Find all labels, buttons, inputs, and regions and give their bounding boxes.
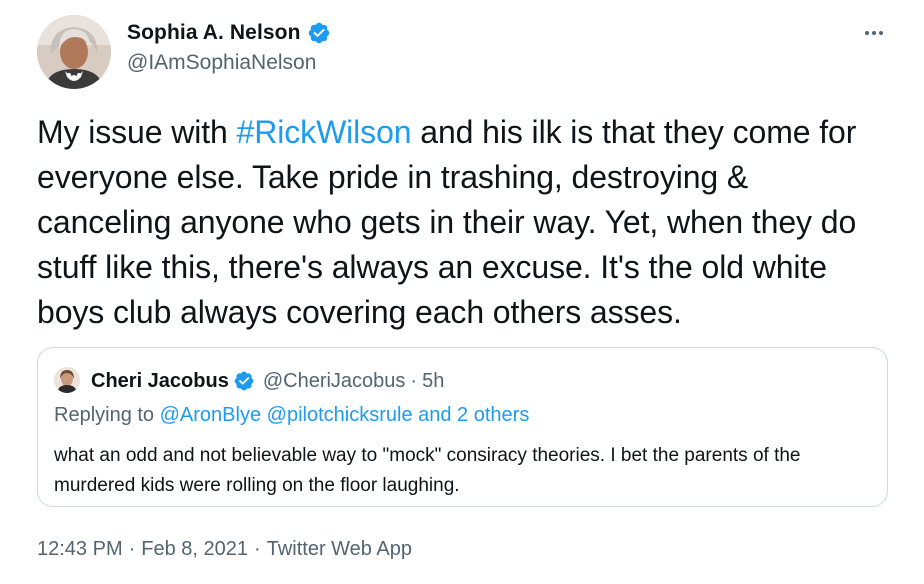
more-dot (865, 31, 869, 35)
tweet-date[interactable]: Feb 8, 2021 (141, 538, 248, 560)
quoted-timestamp[interactable]: 5h (422, 370, 444, 393)
others-link[interactable]: and 2 others (413, 404, 529, 426)
meta-separator: · (254, 538, 261, 560)
tweet-card: Sophia A. Nelson @IAmSophiaNelson My iss… (0, 0, 924, 584)
tweet-time[interactable]: 12:43 PM (37, 538, 123, 560)
quoted-avatar[interactable] (54, 367, 80, 393)
author-avatar[interactable] (37, 15, 111, 89)
author-handle[interactable]: @IAmSophiaNelson (127, 51, 316, 75)
quoted-author-handle[interactable]: @CheriJacobus (263, 370, 406, 393)
meta-separator: · (128, 538, 136, 560)
quoted-tweet[interactable]: Cheri Jacobus @CheriJacobus · 5h Replyin… (37, 347, 888, 507)
quoted-avatar-photo-icon (54, 367, 80, 393)
mention-link[interactable]: @pilotchicksrule (267, 404, 413, 426)
verified-badge-icon (308, 22, 329, 44)
quoted-text: what an odd and not believable way to "m… (54, 445, 801, 496)
quoted-separator: · (410, 369, 418, 392)
more-dot (872, 31, 876, 35)
mention-link[interactable]: @AronBlye (160, 404, 261, 426)
tweet-source-link[interactable]: Twitter Web App (267, 538, 412, 560)
author-name[interactable]: Sophia A. Nelson (127, 21, 301, 45)
tweet-text: My issue with #RickWilson and his ilk is… (37, 110, 887, 335)
author-name-row: Sophia A. Nelson (127, 20, 331, 46)
quoted-author-name[interactable]: Cheri Jacobus (91, 370, 229, 393)
tweet-text-part-1: My issue with (37, 114, 237, 150)
quoted-verified-badge-icon (234, 371, 254, 391)
more-options-icon[interactable] (859, 18, 889, 48)
quoted-header: Cheri Jacobus @CheriJacobus · 5h (91, 367, 444, 395)
tweet-metadata: 12:43 PM · Feb 8, 2021 · Twitter Web App (37, 538, 412, 561)
avatar-photo-icon (37, 15, 111, 89)
replying-to-line: Replying to @AronBlye @pilotchicksrule a… (54, 404, 529, 427)
hashtag-link[interactable]: #RickWilson (237, 114, 412, 150)
more-dot (879, 31, 883, 35)
replying-prefix: Replying to (54, 404, 160, 426)
